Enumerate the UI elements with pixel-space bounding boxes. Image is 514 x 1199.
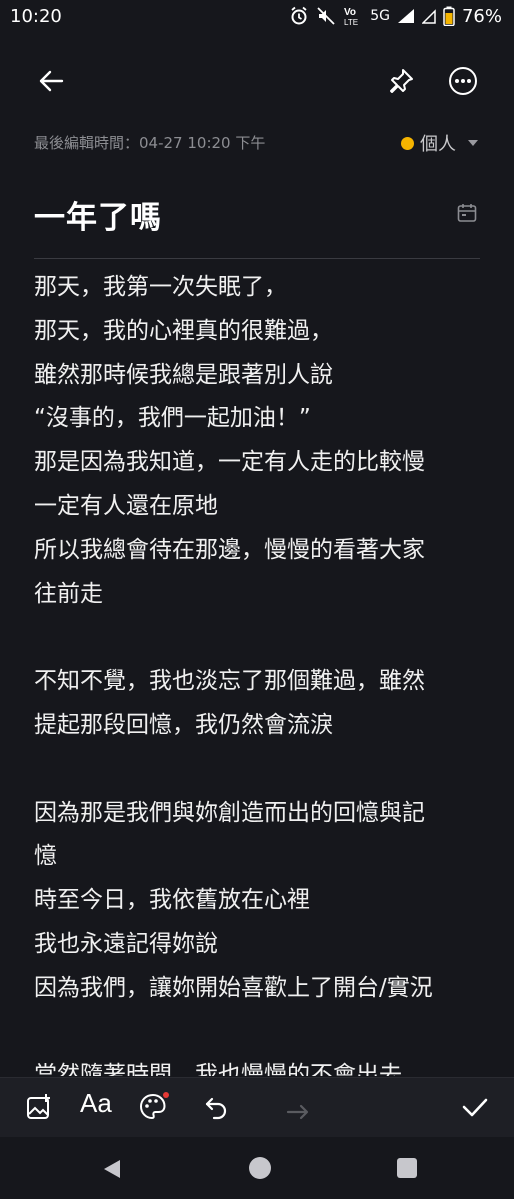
note-line: 我也永遠記得妳說 (34, 930, 218, 957)
note-line: 因為我們，讓妳開始喜歡上了開台/實況 (34, 974, 433, 1001)
calendar-icon (457, 204, 477, 222)
folder-selector[interactable]: 個人 (401, 130, 478, 156)
network-type: 5G (370, 8, 390, 24)
pin-icon (390, 69, 413, 93)
note-body[interactable]: 那天，我第一次失眠了， 那天，我的心裡真的很難過， 雖然那時候我總是跟著別人說 “沒事… (34, 266, 480, 1076)
note-line: 時至今日，我依舊放在心裡 (34, 887, 310, 914)
editor-toolbar: Aa (0, 1077, 514, 1138)
undo-icon (205, 1097, 227, 1120)
note-line: 那天，我第一次失眠了， (34, 274, 287, 300)
note-line: “沒事的，我們一起加油！” (34, 405, 311, 432)
undo-button[interactable] (200, 1092, 230, 1126)
status-icons: Vo LTE 5G 76% (289, 5, 502, 27)
battery-icon (443, 6, 455, 26)
pin-button[interactable] (384, 64, 418, 98)
note-line: 往前走 (34, 580, 103, 607)
palette-button[interactable] (138, 1092, 170, 1126)
note-line: 因為那是我們與妳創造而出的回憶與記 (34, 799, 425, 826)
signal-icon (397, 9, 414, 23)
note-line: 雖然那時候我總是跟著別人說 (34, 361, 333, 388)
last-edited-text: 最後編輯時間：04-27 10:20 下午 (34, 134, 266, 152)
arrow-left-icon (39, 70, 64, 92)
volte-icon: VoLTE (344, 7, 358, 27)
note-line (34, 748, 480, 792)
title-divider (34, 258, 480, 259)
note-line: 那是因為我知道，一定有人走的比較慢 (34, 449, 425, 476)
square-recents-icon (397, 1158, 417, 1178)
note-line (34, 616, 480, 660)
mute-icon (317, 7, 335, 25)
note-line: 所以我總會待在那邊，慢慢的看著大家 (34, 536, 425, 563)
circle-home-icon (249, 1157, 271, 1179)
folder-label: 個人 (420, 134, 456, 155)
svg-text:LTE: LTE (344, 18, 358, 27)
nav-recents-button[interactable] (396, 1157, 418, 1183)
note-line: 當然隨著時間，我也慢慢的不會出去 (34, 1062, 402, 1076)
note-line: 那天，我的心裡真的很難過， (34, 317, 333, 344)
nav-back-button[interactable] (100, 1157, 124, 1185)
more-options-button[interactable] (446, 64, 480, 98)
nav-home-button[interactable] (248, 1156, 272, 1184)
chevron-down-icon (468, 140, 478, 146)
folder-color-dot (401, 136, 414, 150)
check-icon (462, 1098, 488, 1117)
status-bar: 10:20 Vo LTE 5G 76% (0, 0, 514, 34)
text-format-button[interactable]: Aa (80, 1088, 112, 1119)
note-line: 提起那段回憶，我仍然會流淚 (34, 711, 333, 738)
signal-icon-2 (421, 9, 436, 24)
done-button[interactable] (460, 1092, 490, 1126)
insert-image-button[interactable] (24, 1092, 54, 1126)
note-line: 不知不覺，我也淡忘了那個難過，雖然 (34, 668, 425, 695)
calendar-button[interactable] (456, 202, 478, 228)
alarm-icon (291, 6, 307, 25)
text-format-icon: Aa (80, 1088, 112, 1118)
note-line: 一定有人還在原地 (34, 492, 218, 519)
palette-icon (139, 1092, 169, 1120)
system-nav-bar (0, 1137, 514, 1199)
image-add-icon (27, 1094, 50, 1119)
status-time: 10:20 (10, 6, 62, 27)
back-button[interactable] (34, 64, 68, 98)
battery-percent: 76% (461, 5, 502, 27)
redo-icon (286, 1104, 309, 1120)
note-line: 憶 (34, 843, 57, 870)
note-title[interactable]: 一年了嗎 (34, 192, 162, 237)
more-icon (449, 67, 477, 95)
note-line (34, 1011, 480, 1055)
redo-button[interactable] (284, 1092, 314, 1126)
triangle-back-icon (104, 1160, 120, 1178)
svg-text:Vo: Vo (344, 7, 356, 18)
